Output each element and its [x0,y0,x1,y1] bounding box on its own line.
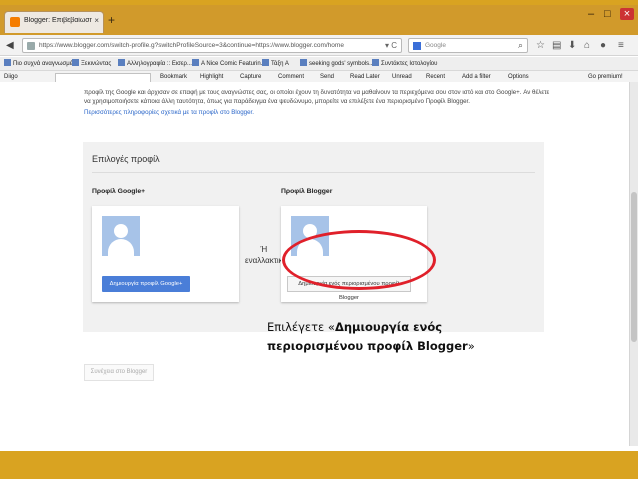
diigo-brand[interactable]: Diigo [4,74,18,80]
more-info-link[interactable]: Περισσότερες πληροφορίες σχετικά με τα π… [84,109,254,116]
bookmark-page-icon [262,59,269,66]
highlight-circle [282,230,436,290]
bookmark-label: Αλληλογραφία :: Εισερ... [127,61,192,67]
google-plus-profile-card: Δημιουργία προφίλ Google+ [92,206,239,302]
blogger-favicon-icon [10,17,20,27]
toolbar-recent[interactable]: Recent [426,74,445,80]
tab-title: Blogger: Επιβεβαίωση του... [24,17,92,24]
home-icon[interactable]: ⌂ [584,40,590,51]
vertical-scrollbar[interactable] [629,82,638,446]
google-plus-profile-title: Προφίλ Google+ [92,188,146,195]
bookmark-item[interactable]: Τάξη Α [262,59,289,67]
instruction-caption: Επιλέγετε «Δημιουργία ενός περιορισμένου… [267,318,507,356]
toolbar-comment[interactable]: Comment [278,74,304,80]
tab-close-icon[interactable]: × [94,16,99,25]
browser-tab[interactable]: Blogger: Επιβεβαίωση του... × [4,11,104,33]
avatar-head-icon [114,224,128,238]
bookmark-item[interactable]: Πιο συχνά αναγνωσμέ... [4,59,77,67]
reload-icon[interactable]: ▾ C [385,41,397,50]
bookmark-label: Συντάκτες Ιστολογίου [381,61,438,67]
blogger-profile-title: Προφίλ Blogger [281,188,333,195]
bookmark-page-icon [372,59,379,66]
caption-suffix: » [467,339,475,353]
toolbar-go-premium[interactable]: Go premium! [588,74,623,80]
bookmark-item[interactable]: Αλληλογραφία :: Εισερ... [118,59,192,67]
bookmark-item[interactable]: seeking gods' symbols... [300,59,374,67]
create-google-plus-profile-button[interactable]: Δημιουργία προφίλ Google+ [102,276,190,292]
url-text: https://www.blogger.com/switch-profile.g… [39,42,344,49]
bookmark-label: Πιο συχνά αναγνωσμέ... [13,61,78,67]
search-bar[interactable]: Google ⌕ [408,38,528,53]
bookmark-label: Ξεκινώντας [81,61,112,67]
bookmark-item[interactable]: A Nice Comic Featurin... [192,59,266,67]
navigation-bar: ◀ https://www.blogger.com/switch-profile… [0,35,638,56]
bookmark-folder-icon [4,59,11,66]
toolbar-send[interactable]: Send [320,74,334,80]
new-tab-button[interactable]: + [108,14,115,26]
panel-title: Επιλογές προφίλ [92,154,160,164]
google-engine-icon [413,42,421,50]
bookmark-item[interactable]: Συντάκτες Ιστολογίου [372,59,437,67]
toolbar-options[interactable]: Options [508,74,529,80]
search-icon[interactable]: ⌕ [518,40,523,51]
bookmark-page-icon [300,59,307,66]
bookmark-label: Τάξη Α [271,61,289,67]
address-bar[interactable]: https://www.blogger.com/switch-profile.g… [22,38,402,53]
continue-to-blogger-button[interactable]: Συνέχεια στο Blogger [84,364,154,381]
toolbar-capture[interactable]: Capture [240,74,261,80]
toolbar-unread[interactable]: Unread [392,74,412,80]
bookmark-item[interactable]: Ξεκινώντας [72,59,111,67]
back-arrow-icon[interactable]: ◀ [6,40,14,51]
download-icon[interactable]: ⬇ [568,40,576,51]
caption-prefix: Επιλέγετε « [267,320,335,334]
reading-list-icon[interactable]: ▤ [552,40,561,51]
addon-icon[interactable]: ● [600,40,606,51]
toolbar-add-filter[interactable]: Add a filter [462,74,491,80]
title-bar: Blogger: Επιβεβαίωση του... × + – □ × [0,5,638,35]
panel-divider [92,172,535,173]
bookmark-label: seeking gods' symbols... [309,61,375,67]
toolbar-highlight[interactable]: Highlight [200,74,223,80]
intro-paragraph: προφίλ της Google και άρχισαν σε επαφή μ… [84,89,550,105]
scrollbar-thumb[interactable] [631,192,637,342]
maximize-button[interactable]: □ [604,8,611,20]
bookmark-page-icon [72,59,79,66]
minimize-button[interactable]: – [588,8,594,20]
slide-bottom-band [0,451,638,479]
avatar [102,216,140,256]
bookmark-page-icon [118,59,125,66]
or-label: Ή [260,245,268,254]
alternatively-label: εναλλακτικ [245,256,283,265]
search-placeholder: Google [425,42,446,49]
avatar-body-icon [108,239,134,256]
menu-icon[interactable]: ≡ [618,40,624,51]
toolbar-bookmark[interactable]: Bookmark [160,74,187,80]
or-alternatively-label: Ή εναλλακτικ [245,244,283,266]
bookmark-page-icon [192,59,199,66]
lock-icon [27,42,35,50]
bookmark-star-icon[interactable]: ☆ [536,40,545,51]
close-window-button[interactable]: × [620,8,634,20]
toolbar-read-later[interactable]: Read Later [350,74,380,80]
bookmark-label: A Nice Comic Featurin... [201,61,266,67]
bookmarks-bar: Πιο συχνά αναγνωσμέ... Ξεκινώντας Αλληλο… [0,57,638,71]
